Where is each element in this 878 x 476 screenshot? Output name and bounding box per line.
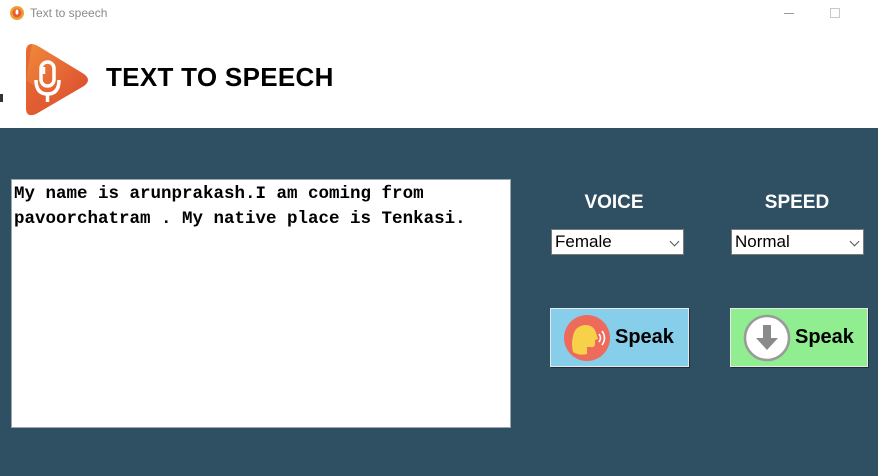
maximize-icon <box>830 8 840 18</box>
app-icon <box>10 6 24 20</box>
speak-button-label: Speak <box>615 326 674 348</box>
voice-select-value: Female <box>555 232 612 251</box>
chevron-down-icon <box>669 236 680 247</box>
microphone-play-logo-icon <box>26 44 88 116</box>
speed-label: SPEED <box>764 192 830 213</box>
voice-label: VOICE <box>584 192 644 213</box>
voice-select[interactable]: Female <box>551 229 684 255</box>
minimize-button[interactable] <box>766 0 812 26</box>
chevron-down-icon <box>849 236 860 247</box>
page-title: TEXT TO SPEECH <box>106 62 334 92</box>
window-edge-mark <box>0 94 3 102</box>
minimize-icon <box>784 12 794 14</box>
download-speak-button[interactable]: Speak <box>730 308 868 367</box>
window-title: Text to speech <box>30 6 108 20</box>
speed-select[interactable]: Normal <box>731 229 864 255</box>
close-button[interactable] <box>858 0 878 26</box>
download-arrow-icon <box>743 314 791 362</box>
speaking-head-icon <box>564 315 610 361</box>
app-header: TEXT TO SPEECH <box>0 26 878 128</box>
speak-button[interactable]: Speak <box>550 308 689 367</box>
text-input[interactable]: My name is arunprakash.I am coming from … <box>11 179 511 428</box>
maximize-button[interactable] <box>812 0 858 26</box>
speed-select-value: Normal <box>735 232 790 251</box>
main-panel: My name is arunprakash.I am coming from … <box>0 128 878 476</box>
download-button-label: Speak <box>795 326 854 348</box>
window-titlebar: Text to speech <box>0 0 878 26</box>
